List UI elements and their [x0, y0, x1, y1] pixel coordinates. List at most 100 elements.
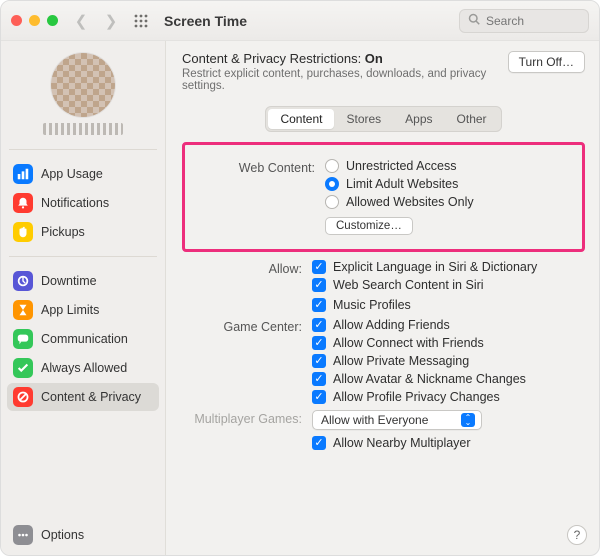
bar-chart-icon: [13, 164, 33, 184]
checkbox-label: Allow Avatar & Nickname Changes: [333, 372, 526, 386]
window-controls: [11, 15, 58, 26]
radio-label: Limit Adult Websites: [346, 177, 458, 191]
checkbox-icon: [312, 372, 326, 386]
sidebar-item-label: Communication: [41, 332, 128, 346]
avatar: [51, 53, 115, 117]
titlebar: ❮ ❯ Screen Time: [1, 1, 599, 41]
gc-allow-connect-friends[interactable]: Allow Connect with Friends: [312, 336, 585, 350]
show-all-prefs-button[interactable]: [130, 10, 152, 32]
multiplayer-label: Multiplayer Games:: [182, 410, 302, 430]
username-label: [43, 123, 123, 135]
hand-icon: [13, 222, 33, 242]
page-title-prefix: Content & Privacy Restrictions:: [182, 51, 365, 66]
checkbox-label: Allow Connect with Friends: [333, 336, 484, 350]
nav-forward-button[interactable]: ❯: [100, 10, 122, 32]
sidebar-item-label: Always Allowed: [41, 361, 127, 375]
minimize-window-dot[interactable]: [29, 15, 40, 26]
allow-explicit-language[interactable]: Explicit Language in Siri & Dictionary: [312, 260, 585, 274]
content-pane: Content & Privacy Restrictions: On Restr…: [166, 41, 599, 555]
allow-nearby-multiplayer[interactable]: Allow Nearby Multiplayer: [312, 436, 585, 450]
page-subtitle: Restrict explicit content, purchases, do…: [182, 68, 500, 92]
screen-time-window: ❮ ❯ Screen Time: [0, 0, 600, 556]
checkbox-icon: [312, 260, 326, 274]
sidebar-item-notifications[interactable]: Notifications: [7, 189, 159, 217]
web-content-label: Web Content:: [195, 159, 315, 235]
close-window-dot[interactable]: [11, 15, 22, 26]
sidebar-group-usage: App Usage Notifications Pickups: [1, 156, 165, 250]
turn-off-button[interactable]: Turn Off…: [508, 51, 585, 73]
radio-icon: [325, 177, 339, 191]
sidebar-item-label: App Usage: [41, 167, 103, 181]
search-field[interactable]: [459, 9, 589, 33]
sidebar-item-label: Pickups: [41, 225, 85, 239]
sidebar-item-communication[interactable]: Communication: [7, 325, 159, 353]
sidebar-item-always-allowed[interactable]: Always Allowed: [7, 354, 159, 382]
checkbox-label: Allow Nearby Multiplayer: [333, 436, 471, 450]
hourglass-icon: [13, 300, 33, 320]
web-content-callout: Web Content: Unrestricted Access Limit A…: [182, 142, 585, 252]
sidebar-item-app-limits[interactable]: App Limits: [7, 296, 159, 324]
sidebar-item-options[interactable]: Options: [7, 521, 159, 549]
window-title: Screen Time: [164, 13, 247, 29]
radio-icon: [325, 195, 339, 209]
sidebar-item-label: App Limits: [41, 303, 99, 317]
checkbox-label: Allow Adding Friends: [333, 318, 450, 332]
sidebar-item-label: Notifications: [41, 196, 109, 210]
web-content-option-unrestricted[interactable]: Unrestricted Access: [325, 159, 572, 173]
allow-label: Allow:: [182, 260, 302, 292]
nav-back-button[interactable]: ❮: [70, 10, 92, 32]
checkbox-icon: [312, 390, 326, 404]
page-title: Content & Privacy Restrictions: On: [182, 51, 500, 66]
web-content-option-limit-adult[interactable]: Limit Adult Websites: [325, 177, 572, 191]
bell-icon: [13, 193, 33, 213]
sidebar-item-label: Downtime: [41, 274, 97, 288]
multiplayer-popup[interactable]: Allow with Everyone: [312, 410, 482, 430]
game-center-label: Game Center:: [182, 318, 302, 404]
web-content-option-allowed-only[interactable]: Allowed Websites Only: [325, 195, 572, 209]
tab-stores[interactable]: Stores: [334, 109, 393, 129]
help-icon: ?: [574, 528, 581, 542]
sidebar-item-downtime[interactable]: Downtime: [7, 267, 159, 295]
sidebar-item-content-privacy[interactable]: Content & Privacy: [7, 383, 159, 411]
radio-label: Unrestricted Access: [346, 159, 456, 173]
zoom-window-dot[interactable]: [47, 15, 58, 26]
tab-other[interactable]: Other: [445, 109, 499, 129]
user-block[interactable]: [1, 47, 165, 143]
content-tabs: Content Stores Apps Other: [265, 106, 501, 132]
radio-icon: [325, 159, 339, 173]
search-input[interactable]: [484, 13, 580, 29]
tab-content[interactable]: Content: [268, 109, 334, 129]
chevron-updown-icon: [461, 413, 475, 427]
popup-value: Allow with Everyone: [321, 413, 428, 427]
search-icon: [468, 13, 480, 28]
radio-label: Allowed Websites Only: [346, 195, 474, 209]
sidebar-item-label: Content & Privacy: [41, 390, 141, 404]
apps-grid-icon: [134, 14, 148, 28]
ellipsis-icon: [13, 525, 33, 545]
chevron-left-icon: ❮: [75, 12, 88, 30]
allow-music-profiles[interactable]: Music Profiles: [312, 298, 585, 312]
checkbox-label: Music Profiles: [333, 298, 411, 312]
customize-button[interactable]: Customize…: [325, 217, 413, 235]
gc-allow-profile-privacy[interactable]: Allow Profile Privacy Changes: [312, 390, 585, 404]
gc-allow-avatar-nickname[interactable]: Allow Avatar & Nickname Changes: [312, 372, 585, 386]
sidebar-group-limits: Downtime App Limits Communication: [1, 263, 165, 415]
checkbox-icon: [312, 278, 326, 292]
moon-icon: [13, 271, 33, 291]
checkbox-icon: [312, 318, 326, 332]
allow-web-search-siri[interactable]: Web Search Content in Siri: [312, 278, 585, 292]
help-button[interactable]: ?: [567, 525, 587, 545]
sidebar: App Usage Notifications Pickups: [1, 41, 166, 555]
check-icon: [13, 358, 33, 378]
sidebar-item-label: Options: [41, 528, 84, 542]
checkbox-label: Allow Private Messaging: [333, 354, 469, 368]
gc-allow-private-messaging[interactable]: Allow Private Messaging: [312, 354, 585, 368]
gc-allow-adding-friends[interactable]: Allow Adding Friends: [312, 318, 585, 332]
checkbox-label: Web Search Content in Siri: [333, 278, 484, 292]
tab-apps[interactable]: Apps: [393, 109, 444, 129]
checkbox-icon: [312, 336, 326, 350]
sidebar-item-app-usage[interactable]: App Usage: [7, 160, 159, 188]
checkbox-icon: [312, 436, 326, 450]
nosign-icon: [13, 387, 33, 407]
sidebar-item-pickups[interactable]: Pickups: [7, 218, 159, 246]
